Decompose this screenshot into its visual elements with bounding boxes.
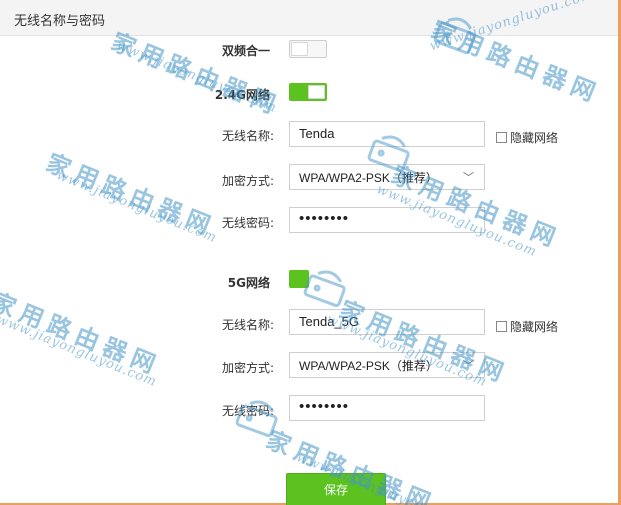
band-5g-ssid-input[interactable]: Tenda_5G [289, 309, 485, 335]
band-24g-password-label: 无线密码: [221, 216, 274, 230]
checkbox[interactable] [496, 132, 507, 143]
chevron-down-icon: ﹀ [463, 360, 474, 372]
band-5g-password-label: 无线密码: [221, 404, 274, 418]
band-24g-hide-label: 隐藏网络 [510, 131, 559, 145]
band-5g-password-input[interactable]: •••••••• [289, 395, 485, 421]
band-24g-password-input[interactable]: •••••••• [289, 207, 485, 233]
band-24g-ssid-label: 无线名称: [221, 129, 274, 143]
band-5g-hide-network[interactable]: 隐藏网络 [496, 318, 558, 335]
band-24g-toggle[interactable] [289, 83, 327, 101]
band-24g-security-select[interactable]: WPA/WPA2-PSK（推荐） ﹀ [289, 164, 485, 190]
band-5g-security-value: WPA/WPA2-PSK（推荐） [299, 359, 438, 373]
band-5g-security-select[interactable]: WPA/WPA2-PSK（推荐） ﹀ [289, 352, 485, 378]
band-5g-ssid-label: 无线名称: [221, 318, 274, 332]
band-24g-label: 2.4G网络 [214, 88, 270, 102]
checkbox[interactable] [496, 321, 507, 332]
dual-band-toggle[interactable] [289, 40, 327, 58]
band-24g-ssid-input[interactable]: Tenda [289, 121, 485, 147]
band-5g-toggle[interactable] [289, 270, 309, 288]
band-24g-hide-network[interactable]: 隐藏网络 [496, 129, 558, 146]
chevron-down-icon: ﹀ [463, 172, 474, 184]
toggle-knob [291, 42, 308, 56]
band-24g-security-label: 加密方式: [221, 174, 274, 188]
page-title: 无线名称与密码 [14, 14, 106, 29]
dual-band-label: 双频合一 [221, 44, 270, 58]
page-header: 无线名称与密码 [0, 0, 618, 36]
save-button[interactable]: 保存 [286, 473, 386, 505]
band-5g-security-label: 加密方式: [221, 361, 274, 375]
band-5g-label: 5G网络 [227, 276, 270, 290]
page-frame [0, 0, 621, 505]
band-24g-security-value: WPA/WPA2-PSK（推荐） [299, 171, 438, 185]
toggle-knob [308, 85, 325, 99]
band-5g-hide-label: 隐藏网络 [510, 320, 559, 334]
